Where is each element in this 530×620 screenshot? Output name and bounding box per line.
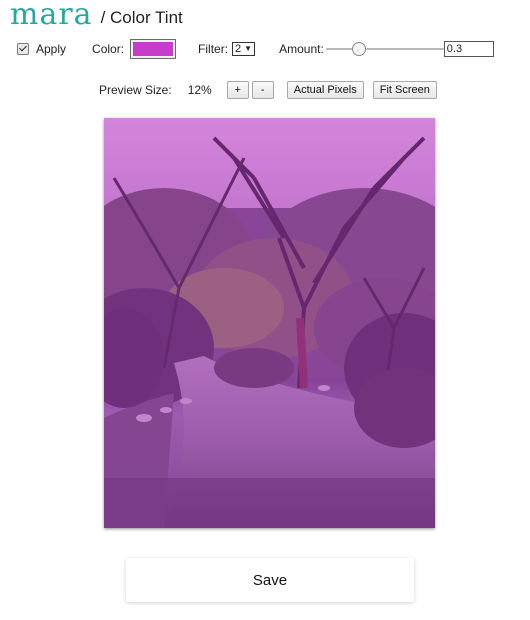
dropdown-arrow-icon: ▼ <box>244 44 253 53</box>
page-title: / Color Tint <box>100 8 183 27</box>
color-picker[interactable] <box>130 39 177 59</box>
amount-slider-thumb[interactable] <box>351 42 366 56</box>
preview-size-value: 12% <box>187 83 212 97</box>
filter-label: Filter: <box>198 42 229 56</box>
color-label: Color: <box>92 42 125 56</box>
preview-size-row: Preview Size: 12% + - Actual Pixels Fit … <box>99 81 437 99</box>
apply-checkbox[interactable] <box>17 43 29 55</box>
color-swatch <box>133 42 174 56</box>
amount-label: Amount: <box>279 42 324 56</box>
fit-screen-button[interactable]: Fit Screen <box>372 81 437 99</box>
amount-slider-track <box>325 48 444 50</box>
amount-input[interactable]: 0.3 <box>443 41 494 57</box>
header: mara / Color Tint <box>10 0 183 36</box>
tinted-preview-image <box>104 118 435 528</box>
zoom-out-button[interactable]: - <box>251 81 274 99</box>
zoom-in-button[interactable]: + <box>226 81 249 99</box>
save-button[interactable]: Save <box>126 558 414 602</box>
apply-label: Apply <box>36 42 67 56</box>
mara-logo[interactable]: mara <box>10 0 93 30</box>
preview-size-label: Preview Size: <box>99 83 172 97</box>
forest-path-photo <box>104 118 435 528</box>
filter-select-value: 2 <box>235 43 242 55</box>
tint-controls-row: Apply Color: Filter: 2 ▼ Amount: 0.3 <box>16 39 516 59</box>
amount-slider[interactable] <box>325 42 444 56</box>
filter-select[interactable]: 2 ▼ <box>232 42 256 56</box>
actual-pixels-button[interactable]: Actual Pixels <box>286 81 364 99</box>
